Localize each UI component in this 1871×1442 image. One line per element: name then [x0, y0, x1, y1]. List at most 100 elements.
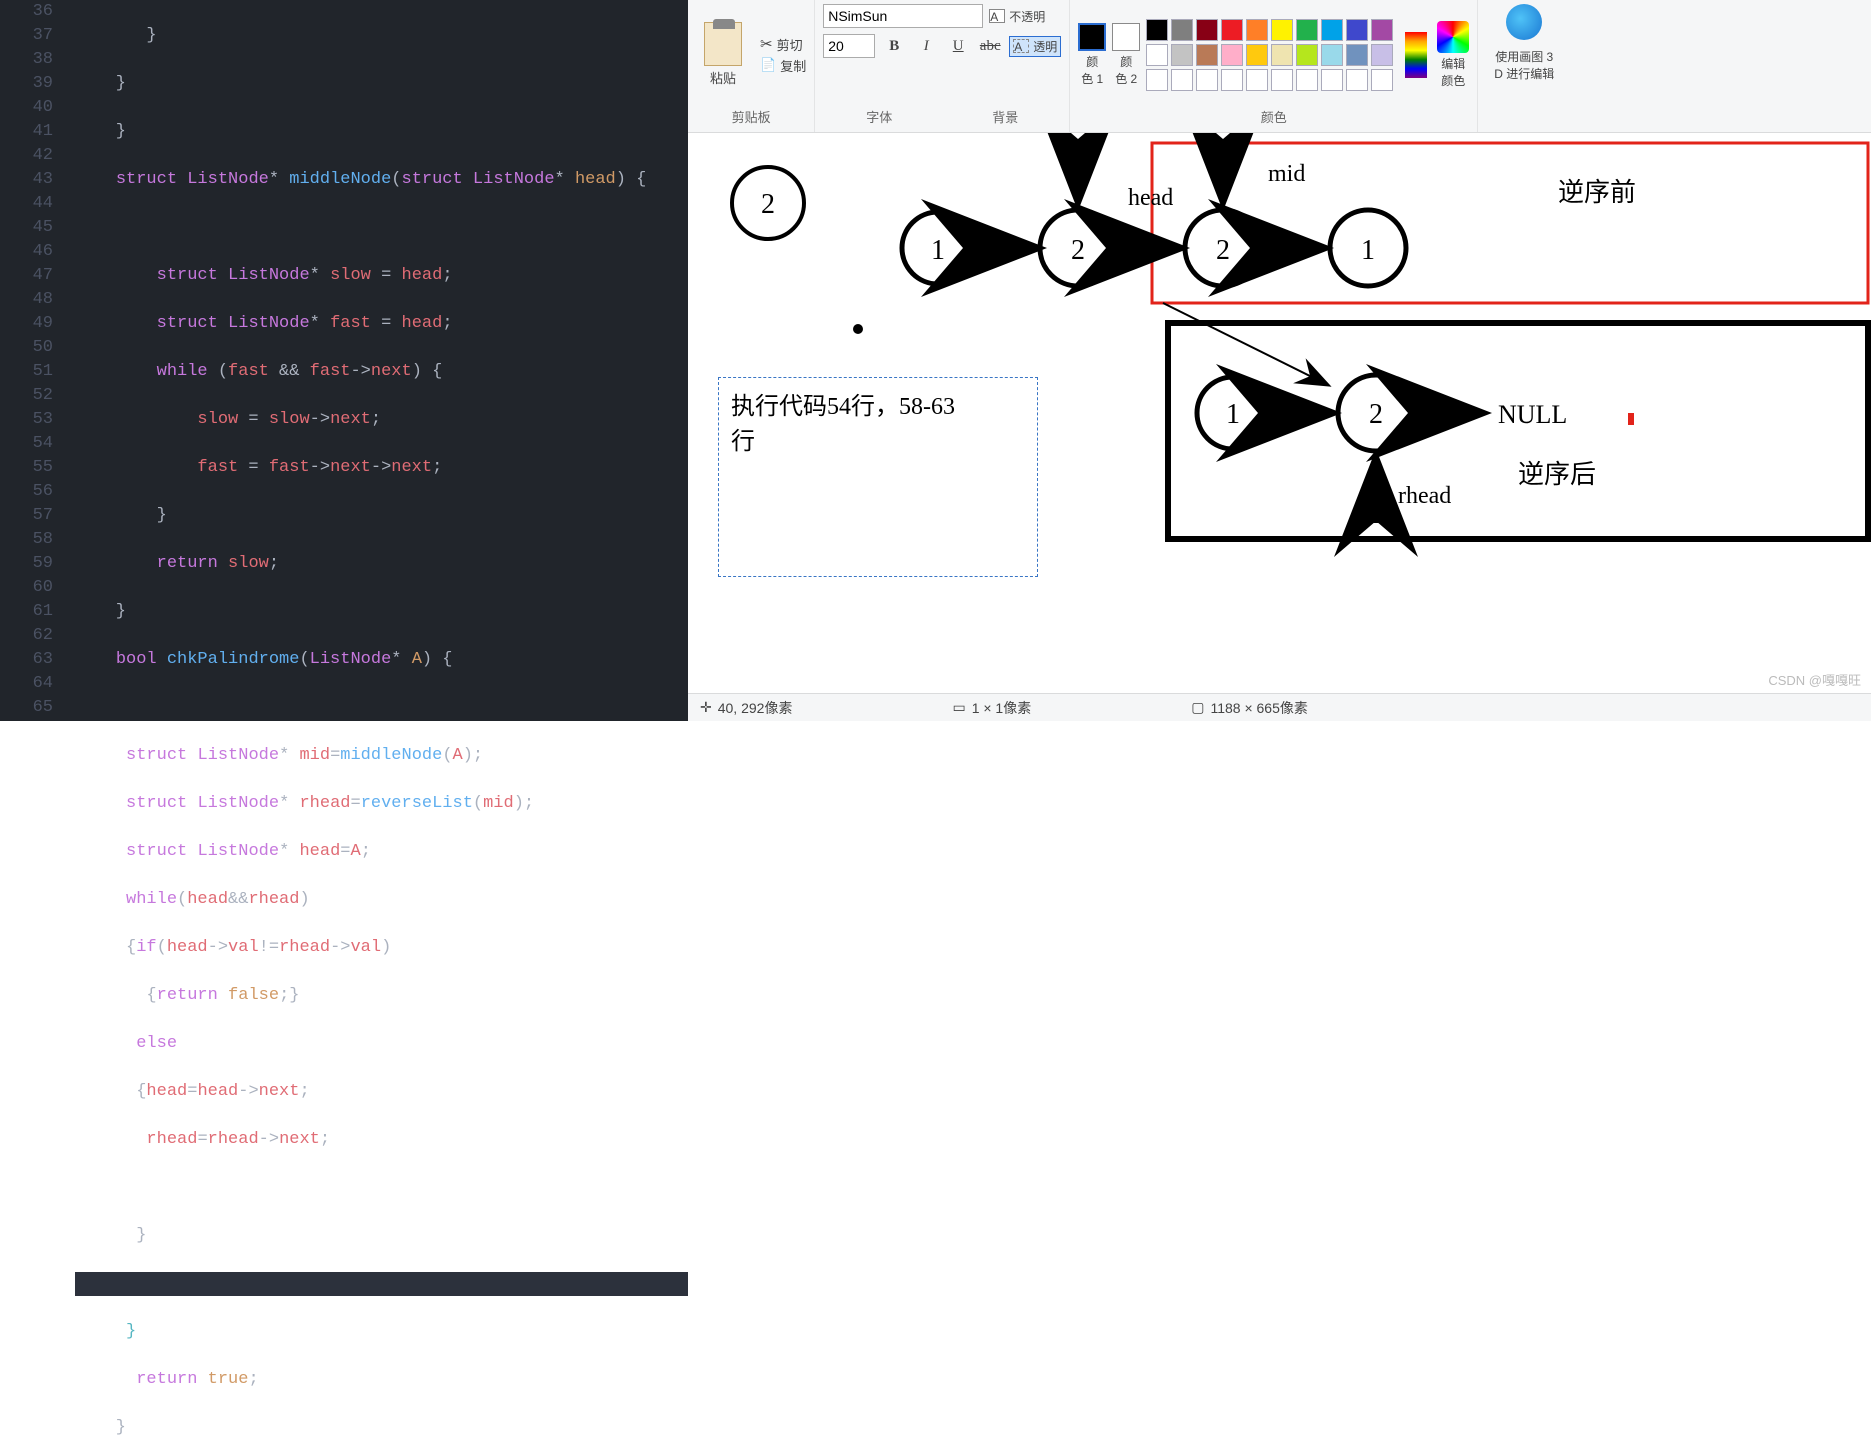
font-size-select[interactable]: [823, 34, 875, 58]
opaque-icon: A: [989, 9, 1005, 23]
palette-color[interactable]: [1246, 19, 1268, 41]
font-name-select[interactable]: [823, 4, 983, 28]
font-group: A不透明 B I U abc A透明 字体背景: [815, 0, 1070, 132]
crosshair-icon: ✛: [700, 699, 712, 716]
paint3d-group: 使用画图 3 D 进行编辑: [1478, 0, 1570, 132]
svg-text:1: 1: [931, 235, 945, 266]
code-editor: 36 37 38 39 40 41 42 43 44 45 46 47 48 4…: [0, 0, 688, 721]
svg-text:2: 2: [761, 189, 775, 220]
line-number: 36: [0, 0, 53, 24]
palette-color[interactable]: [1321, 69, 1343, 91]
underline-button[interactable]: U: [945, 34, 971, 58]
svg-text:rhead: rhead: [1398, 483, 1451, 509]
transparent-icon: A: [1013, 39, 1029, 53]
paint3d-button[interactable]: 使用画图 3 D 进行编辑: [1486, 4, 1562, 130]
edit-colors-button[interactable]: 编辑 颜色: [1437, 21, 1469, 89]
color1-button[interactable]: 颜 色 1: [1078, 23, 1106, 87]
palette-color[interactable]: [1246, 69, 1268, 91]
palette-color[interactable]: [1246, 44, 1268, 66]
line-number: 53: [0, 408, 53, 432]
paint3d-icon: [1506, 4, 1542, 40]
palette-color[interactable]: [1146, 44, 1168, 66]
status-bar: ✛40, 292像素 ▭1 × 1像素 ▢1188 × 665像素: [688, 693, 1871, 721]
palette-color[interactable]: [1171, 69, 1193, 91]
palette-color[interactable]: [1371, 19, 1393, 41]
line-number: 42: [0, 144, 53, 168]
palette-color[interactable]: [1371, 44, 1393, 66]
line-number: 47: [0, 264, 53, 288]
palette-color[interactable]: [1196, 44, 1218, 66]
gradient-swatch[interactable]: [1405, 32, 1427, 78]
line-number: 40: [0, 96, 53, 120]
line-number: 39: [0, 72, 53, 96]
line-number: 45: [0, 216, 53, 240]
palette-color[interactable]: [1221, 44, 1243, 66]
svg-text:逆序前: 逆序前: [1558, 178, 1636, 207]
svg-text:1: 1: [1361, 235, 1375, 266]
palette-color[interactable]: [1196, 19, 1218, 41]
palette-color[interactable]: [1296, 69, 1318, 91]
mspaint-window: 粘贴 ✂剪切 📄复制 剪贴板 A不透明 B: [688, 0, 1871, 721]
paste-button[interactable]: 粘贴: [696, 18, 750, 91]
svg-text:head: head: [1128, 185, 1173, 211]
line-number: 49: [0, 312, 53, 336]
line-number: 55: [0, 456, 53, 480]
palette-color[interactable]: [1221, 69, 1243, 91]
line-number: 57: [0, 504, 53, 528]
line-number: 59: [0, 552, 53, 576]
palette-color[interactable]: [1146, 19, 1168, 41]
line-number: 64: [0, 672, 53, 696]
canvas-size: ▢1188 × 665像素: [1191, 698, 1308, 718]
line-number: 44: [0, 192, 53, 216]
paint-canvas[interactable]: 2 1 2 2 1 head mid 逆序前 1: [688, 133, 1871, 693]
line-number: 54: [0, 432, 53, 456]
line-number: 46: [0, 240, 53, 264]
line-number: 52: [0, 384, 53, 408]
color-palette: [1146, 19, 1393, 91]
palette-color[interactable]: [1171, 19, 1193, 41]
color2-swatch: [1112, 23, 1140, 51]
palette-color[interactable]: [1321, 44, 1343, 66]
cursor-position: ✛40, 292像素: [700, 698, 792, 718]
palette-color[interactable]: [1271, 69, 1293, 91]
scissors-icon: ✂: [760, 35, 773, 53]
palette-color[interactable]: [1171, 44, 1193, 66]
ribbon: 粘贴 ✂剪切 📄复制 剪贴板 A不透明 B: [688, 0, 1871, 133]
palette-color[interactable]: [1346, 44, 1368, 66]
svg-text:2: 2: [1071, 235, 1085, 266]
transparent-button[interactable]: A透明: [1009, 36, 1061, 57]
palette-color[interactable]: [1321, 19, 1343, 41]
palette-color[interactable]: [1221, 19, 1243, 41]
text-annotation[interactable]: 执行代码54行，58-63 行: [718, 377, 1038, 577]
clipboard-icon: [704, 22, 742, 66]
palette-color[interactable]: [1346, 69, 1368, 91]
opaque-button[interactable]: A不透明: [989, 8, 1045, 25]
line-number: 60: [0, 576, 53, 600]
paste-label: 粘贴: [710, 68, 736, 87]
palette-color[interactable]: [1346, 19, 1368, 41]
colors-group: 颜 色 1 颜 色 2 编辑 颜色 颜色: [1070, 0, 1478, 132]
line-number: 43: [0, 168, 53, 192]
svg-text:逆序后: 逆序后: [1518, 460, 1596, 489]
svg-text:mid: mid: [1268, 161, 1305, 187]
code-area[interactable]: } } } struct ListNode* middleNode(struct…: [75, 0, 688, 721]
before-box: [1152, 143, 1868, 303]
palette-color[interactable]: [1146, 69, 1168, 91]
palette-color[interactable]: [1296, 44, 1318, 66]
palette-color[interactable]: [1296, 19, 1318, 41]
palette-color[interactable]: [1196, 69, 1218, 91]
strikethrough-button[interactable]: abc: [977, 34, 1003, 58]
cut-button[interactable]: ✂剪切: [760, 35, 806, 54]
canvas-icon: ▢: [1191, 699, 1204, 716]
line-number: 58: [0, 528, 53, 552]
palette-color[interactable]: [1371, 69, 1393, 91]
palette-color[interactable]: [1271, 19, 1293, 41]
line-number: 56: [0, 480, 53, 504]
color1-swatch: [1078, 23, 1106, 51]
italic-button[interactable]: I: [913, 34, 939, 58]
color2-button[interactable]: 颜 色 2: [1112, 23, 1140, 87]
palette-color[interactable]: [1271, 44, 1293, 66]
copy-button[interactable]: 📄复制: [760, 56, 806, 75]
svg-text:2: 2: [1369, 399, 1383, 430]
bold-button[interactable]: B: [881, 34, 907, 58]
